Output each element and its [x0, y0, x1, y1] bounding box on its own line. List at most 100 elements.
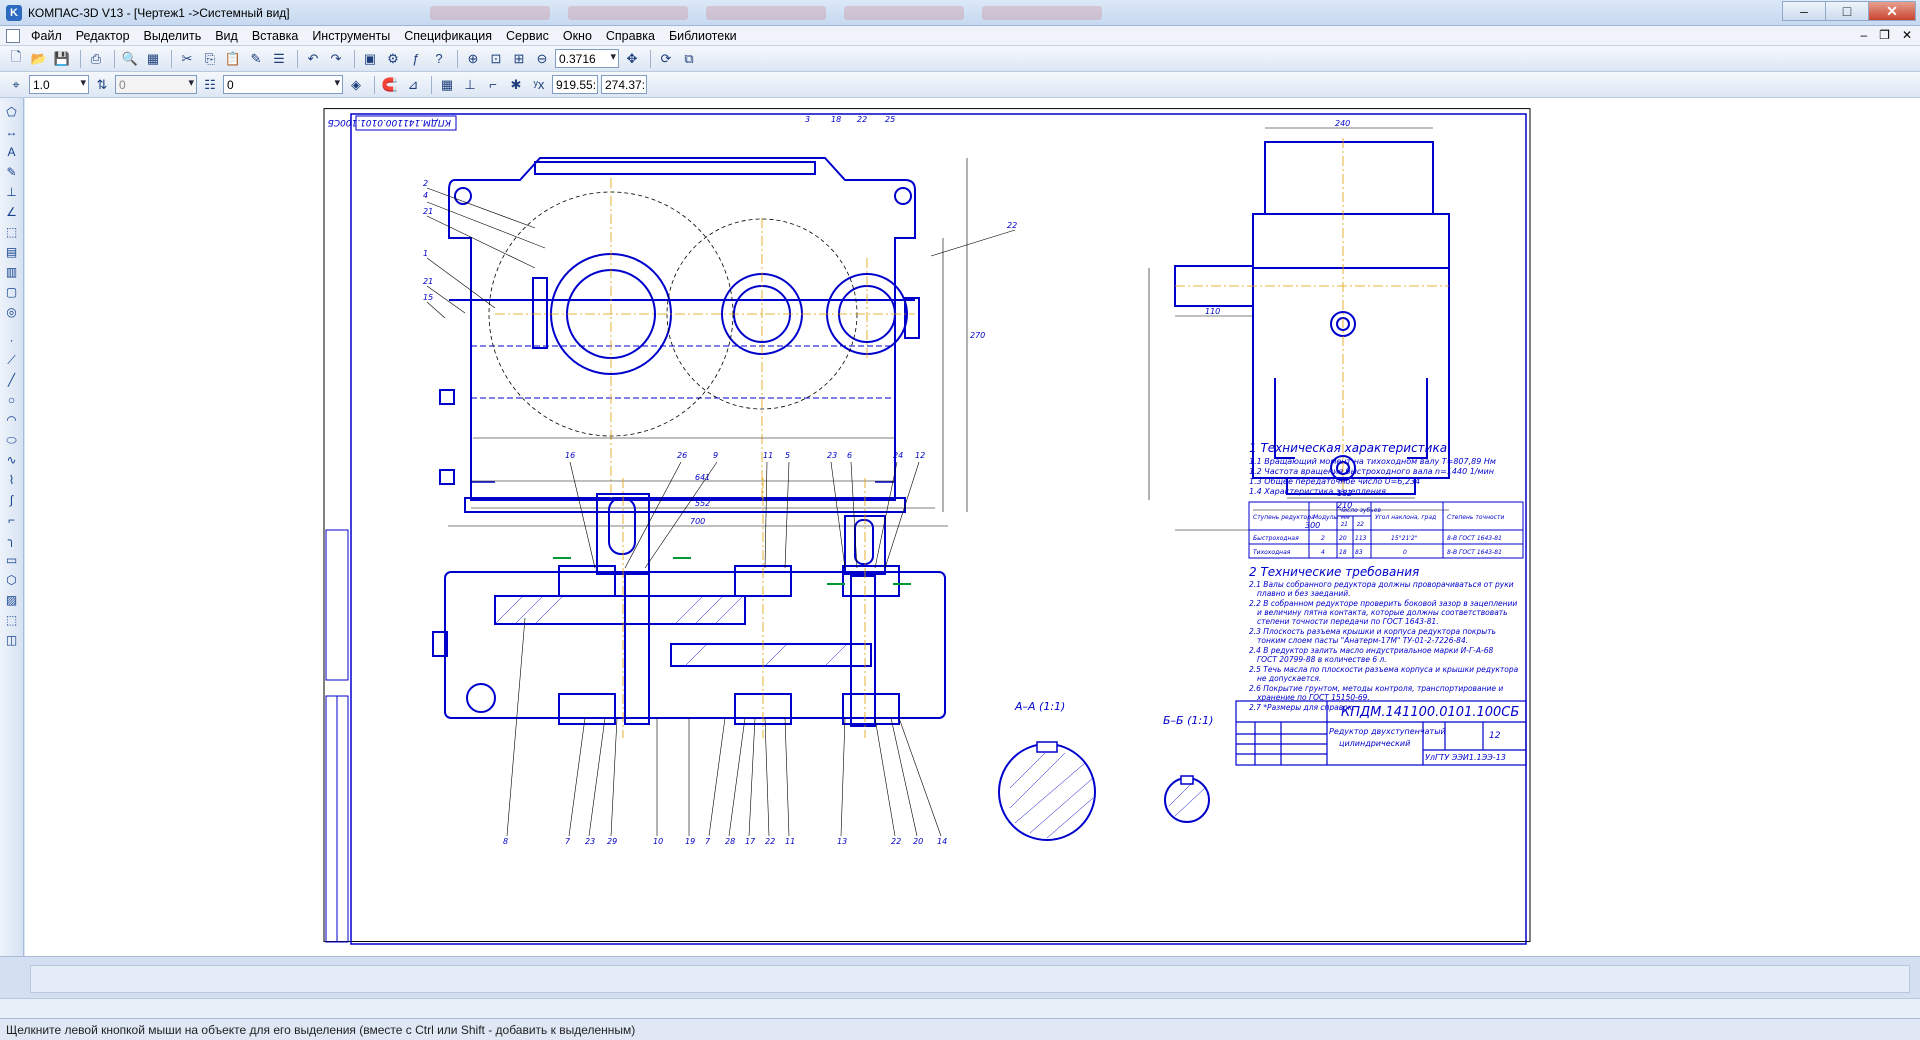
- chamfer-icon[interactable]: ⌐: [4, 512, 20, 528]
- maximize-button[interactable]: □: [1825, 1, 1869, 21]
- coord-y-field[interactable]: 274.37:: [601, 75, 647, 94]
- designations-icon[interactable]: A: [4, 144, 20, 160]
- rectangle-icon[interactable]: ▭: [4, 552, 20, 568]
- doc-minimize-button[interactable]: –: [1860, 28, 1867, 42]
- svg-text:113: 113: [1355, 535, 1367, 542]
- ellipse-icon[interactable]: ⬭: [4, 432, 20, 448]
- arc-icon[interactable]: ◠: [4, 412, 20, 428]
- segment-icon[interactable]: ╱: [4, 372, 20, 388]
- line-style-field[interactable]: 0: [223, 75, 343, 94]
- contour-icon[interactable]: ⬚: [4, 612, 20, 628]
- layers-icon[interactable]: ☷: [200, 75, 220, 95]
- polygon-icon[interactable]: ⬡: [4, 572, 20, 588]
- library-icon[interactable]: ◎: [4, 304, 20, 320]
- cursor-step-field[interactable]: 1.0: [29, 75, 89, 94]
- cursor-step-icon[interactable]: ⌖: [6, 75, 26, 95]
- coord-x-field[interactable]: 919.55:: [552, 75, 598, 94]
- grid-icon[interactable]: ▦: [437, 75, 457, 95]
- property-panel-body[interactable]: [30, 965, 1910, 993]
- point-icon[interactable]: ·: [4, 332, 20, 348]
- copy-icon[interactable]: ⎘: [200, 49, 220, 69]
- local-cs-icon[interactable]: ⊥: [460, 75, 480, 95]
- equidistant-icon[interactable]: ◫: [4, 632, 20, 648]
- insert-icon[interactable]: ▢: [4, 284, 20, 300]
- pan-icon[interactable]: ✥: [622, 49, 642, 69]
- svg-text:11: 11: [785, 837, 795, 846]
- print-icon[interactable]: ⎙: [86, 49, 106, 69]
- print-preview-icon[interactable]: 🔍: [120, 49, 140, 69]
- select-icon[interactable]: ⬚: [4, 224, 20, 240]
- refresh-icon[interactable]: ⟳: [656, 49, 676, 69]
- auxiliary-line-icon[interactable]: ⟋: [4, 352, 20, 368]
- svg-text:13: 13: [837, 837, 847, 846]
- snap-local-icon[interactable]: ⊿: [403, 75, 423, 95]
- paste-icon[interactable]: 📋: [223, 49, 243, 69]
- zoom-all-icon[interactable]: ⊞: [509, 49, 529, 69]
- redo-icon[interactable]: ↷: [326, 49, 346, 69]
- properties-icon[interactable]: ☰: [269, 49, 289, 69]
- doc-close-button[interactable]: ✕: [1902, 28, 1912, 42]
- blurred-taskbar-strip: [429, 5, 1102, 20]
- layer-field[interactable]: 0: [115, 75, 197, 94]
- parametrization-icon[interactable]: ⊥: [4, 184, 20, 200]
- svg-text:тонким слоем пасты "Анатерм-17: тонким слоем пасты "Анатерм-17М" ТУ-01-2…: [1257, 636, 1468, 645]
- dim-270: 270: [970, 331, 985, 340]
- spline-icon[interactable]: ∿: [4, 452, 20, 468]
- svg-text:29: 29: [607, 837, 617, 846]
- open-file-icon[interactable]: 📂: [29, 49, 49, 69]
- zoom-window-icon[interactable]: ⊡: [486, 49, 506, 69]
- menu-libraries[interactable]: Библиотеки: [662, 29, 744, 43]
- undo-icon[interactable]: ↶: [303, 49, 323, 69]
- svg-text:Тихоходная: Тихоходная: [1253, 549, 1291, 556]
- menu-insert[interactable]: Вставка: [245, 29, 305, 43]
- menu-select[interactable]: Выделить: [137, 29, 209, 43]
- layer-state-icon[interactable]: ⇅: [92, 75, 112, 95]
- svg-text:18: 18: [831, 115, 841, 124]
- bezier-icon[interactable]: ∫: [4, 492, 20, 508]
- menu-specification[interactable]: Спецификация: [397, 29, 499, 43]
- round-icon[interactable]: ✱: [506, 75, 526, 95]
- geometry-icon[interactable]: ⬠: [4, 104, 20, 120]
- format-brush-icon[interactable]: ✎: [246, 49, 266, 69]
- variables-icon[interactable]: ⚙: [383, 49, 403, 69]
- hatch-icon[interactable]: ▨: [4, 592, 20, 608]
- tree-icon[interactable]: ▣: [360, 49, 380, 69]
- menu-view[interactable]: Вид: [208, 29, 245, 43]
- measure-icon[interactable]: ∠: [4, 204, 20, 220]
- zoom-level-field[interactable]: 0.3716: [555, 49, 619, 68]
- report-icon[interactable]: ▥: [4, 264, 20, 280]
- help-pointer-icon[interactable]: ?: [429, 49, 449, 69]
- zoom-scale-icon[interactable]: ⊖: [532, 49, 552, 69]
- menu-help[interactable]: Справка: [599, 29, 662, 43]
- zoom-in-icon[interactable]: ⊕: [463, 49, 483, 69]
- menu-service[interactable]: Сервис: [499, 29, 556, 43]
- close-button[interactable]: ✕: [1868, 1, 1916, 21]
- fillet-icon[interactable]: ╮: [4, 532, 20, 548]
- polyline-icon[interactable]: ⌇: [4, 472, 20, 488]
- view-state-icon[interactable]: ◈: [346, 75, 366, 95]
- window-layout-icon[interactable]: ⧉: [679, 49, 699, 69]
- save-icon[interactable]: 💾: [52, 49, 72, 69]
- snap-settings-icon[interactable]: 🧲: [380, 75, 400, 95]
- document-icon[interactable]: [6, 28, 20, 43]
- new-file-icon[interactable]: 🗋: [6, 49, 26, 69]
- tool-palette: ⬠ ↔ A ✎ ⊥ ∠ ⬚ ▤ ▥ ▢ ◎ · ⟋ ╱ ○ ◠ ⬭ ∿ ⌇ ∫ …: [0, 98, 24, 956]
- svg-text:20: 20: [1339, 535, 1347, 542]
- circle-icon[interactable]: ○: [4, 392, 20, 408]
- kompas-app-icon[interactable]: K: [6, 4, 22, 21]
- menu-file[interactable]: Файл: [24, 29, 69, 43]
- cut-icon[interactable]: ✂: [177, 49, 197, 69]
- menu-tools[interactable]: Инструменты: [305, 29, 397, 43]
- menu-editor[interactable]: Редактор: [69, 29, 137, 43]
- drawing-canvas[interactable]: КПДМ.141100.0101.100СБ 700 552 641 270 2…: [25, 98, 1920, 956]
- doc-restore-button[interactable]: ❐: [1879, 28, 1890, 42]
- spec-icon[interactable]: ▤: [4, 244, 20, 260]
- ortho-mode-icon[interactable]: ⌐: [483, 75, 503, 95]
- minimize-button[interactable]: –: [1782, 1, 1826, 21]
- svg-text:и величину пятна контакта, кот: и величину пятна контакта, которые должн…: [1257, 608, 1508, 617]
- menu-window[interactable]: Окно: [556, 29, 599, 43]
- manager-icon[interactable]: ▦: [143, 49, 163, 69]
- dimensions-icon[interactable]: ↔: [4, 124, 20, 140]
- edit-icon[interactable]: ✎: [4, 164, 20, 180]
- function-icon[interactable]: ƒ: [406, 49, 426, 69]
